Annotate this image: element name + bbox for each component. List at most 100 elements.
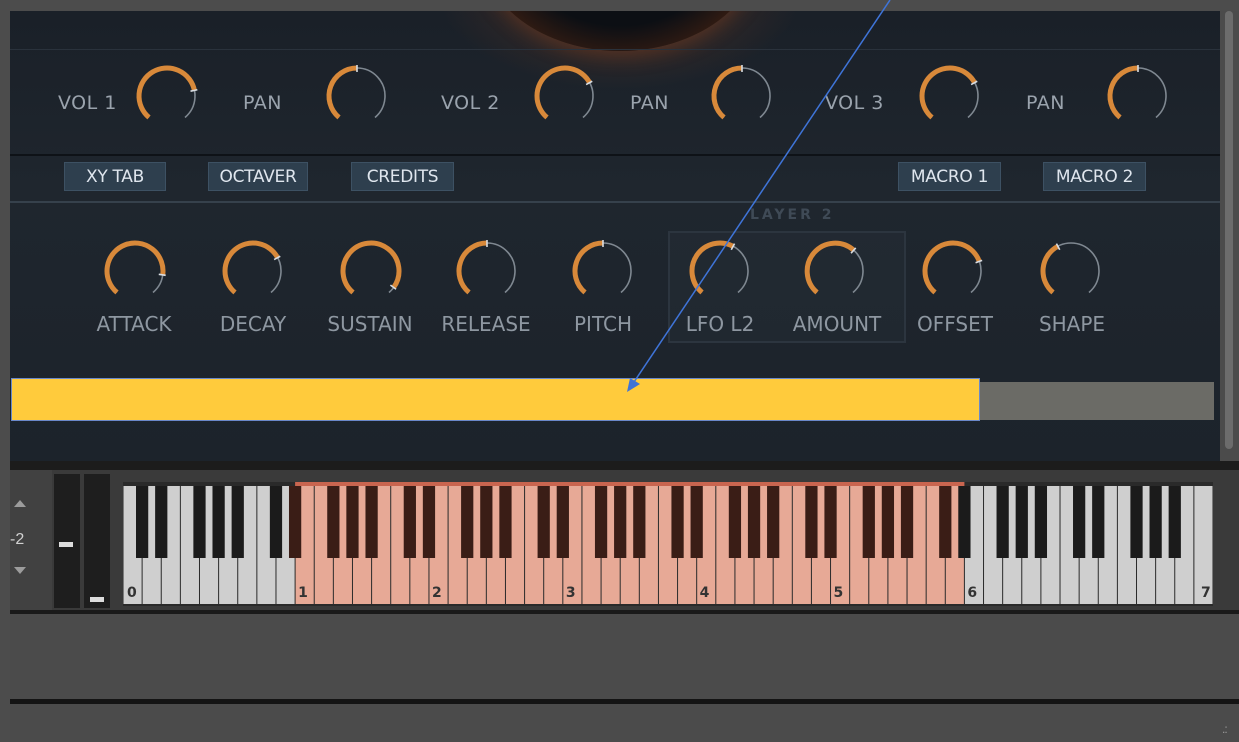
tab-xy-tab[interactable]: XY TAB — [64, 162, 166, 191]
octave-label: 1 — [298, 585, 308, 601]
info-bar — [980, 382, 1214, 420]
black-key — [193, 486, 206, 558]
decay-knob[interactable] — [218, 236, 288, 306]
key-range-indicator — [295, 482, 965, 486]
octave-label: 2 — [432, 585, 442, 601]
scrollbar-thumb[interactable] — [1225, 11, 1233, 449]
black-key — [824, 486, 837, 558]
vol3-knob[interactable] — [915, 61, 985, 131]
release-knob[interactable] — [452, 236, 522, 306]
black-key — [461, 486, 474, 558]
empty-panel-area — [10, 614, 1239, 699]
black-key — [155, 486, 168, 558]
knob-value-arc — [711, 65, 743, 120]
mod-wheel[interactable] — [84, 474, 110, 608]
divider — [10, 154, 1220, 156]
mod-wheel-indicator — [90, 597, 104, 602]
black-key — [346, 486, 359, 558]
black-key — [996, 486, 1009, 558]
black-key — [671, 486, 684, 558]
black-key — [614, 486, 627, 558]
knob-pointer — [158, 273, 166, 277]
black-key — [403, 486, 416, 558]
attack-label: ATTACK — [96, 312, 172, 336]
shape-knob[interactable] — [1036, 236, 1106, 306]
knob-value-arc — [136, 65, 197, 120]
black-key — [480, 486, 493, 558]
offset-label: OFFSET — [917, 312, 993, 336]
sustain-knob[interactable] — [336, 236, 406, 306]
octave-label: 6 — [967, 585, 977, 601]
shape-label: SHAPE — [1038, 312, 1106, 336]
vol1-label: VOL 1 — [58, 92, 117, 114]
black-key — [728, 486, 742, 558]
pan2-knob[interactable] — [707, 61, 777, 131]
tab-octaver[interactable]: OCTAVER — [208, 162, 308, 191]
octave-label: 7 — [1201, 585, 1211, 601]
tab-macro-2[interactable]: MACRO 2 — [1043, 162, 1146, 191]
triangle-up-icon[interactable] — [14, 500, 26, 507]
octave-shift-value: -2 — [10, 531, 25, 548]
black-key — [862, 486, 875, 558]
background-planet-art — [480, 11, 760, 51]
triangle-down-icon[interactable] — [14, 567, 26, 574]
black-key — [881, 486, 895, 558]
black-key — [594, 486, 608, 558]
black-key — [767, 486, 780, 558]
black-key — [556, 486, 569, 558]
pitch-wheel[interactable] — [54, 474, 80, 608]
pan3-knob[interactable] — [1103, 61, 1173, 131]
pan1-knob[interactable] — [322, 61, 392, 131]
octave-label: 5 — [834, 585, 844, 601]
piano-keyboard[interactable]: 0 1 2 3 4 5 6 7 — [123, 482, 1213, 606]
black-key — [231, 486, 244, 558]
pan1-label: PAN — [243, 92, 282, 114]
black-key — [499, 486, 512, 558]
vol2-knob[interactable] — [530, 61, 600, 131]
layer-title: LAYER 2 — [750, 207, 835, 223]
knob-value-arc — [804, 240, 856, 295]
vol3-label: VOL 3 — [825, 92, 884, 114]
knob-value-arc — [919, 65, 977, 120]
pan3-label: PAN — [1026, 92, 1065, 114]
tab-credits[interactable]: CREDITS — [351, 162, 454, 191]
attack-knob[interactable] — [100, 236, 170, 306]
black-key — [1034, 486, 1048, 558]
decay-label: DECAY — [219, 312, 287, 336]
tab-macro-1[interactable]: MACRO 1 — [898, 162, 1001, 191]
black-key — [288, 486, 302, 558]
black-key — [1149, 486, 1162, 558]
black-key — [633, 486, 646, 558]
octave-label: 3 — [566, 585, 576, 601]
section-divider — [10, 461, 1239, 470]
lfo-l2-label: LFO L2 — [685, 312, 755, 336]
knob-value-arc — [456, 240, 488, 295]
divider — [10, 49, 1220, 50]
black-key — [1073, 486, 1086, 558]
black-key — [1092, 486, 1105, 558]
black-key — [212, 486, 225, 558]
window-frame-top — [0, 0, 1239, 11]
amount-knob[interactable] — [800, 236, 870, 306]
black-key — [805, 486, 818, 558]
knob-value-arc — [534, 65, 592, 120]
black-key — [422, 486, 436, 558]
vol1-knob[interactable] — [132, 61, 202, 131]
knob-value-arc — [222, 240, 280, 295]
black-key — [747, 486, 761, 558]
resize-grip-icon[interactable]: .: — [1222, 722, 1228, 736]
knob-value-arc — [922, 240, 982, 295]
piano-keys[interactable]: 0 1 2 3 4 5 6 7 — [123, 482, 1213, 606]
highlight-bar — [11, 378, 980, 421]
black-key — [690, 486, 703, 558]
lfo-l2-knob[interactable] — [685, 236, 755, 306]
knob-value-arc — [1040, 244, 1060, 295]
pitch-knob[interactable] — [568, 236, 638, 306]
offset-knob[interactable] — [918, 236, 988, 306]
black-key — [939, 486, 952, 558]
black-key — [900, 486, 914, 558]
pan2-label: PAN — [630, 92, 669, 114]
divider — [10, 201, 1220, 203]
black-key — [958, 486, 971, 558]
octave-label: 0 — [127, 585, 137, 601]
